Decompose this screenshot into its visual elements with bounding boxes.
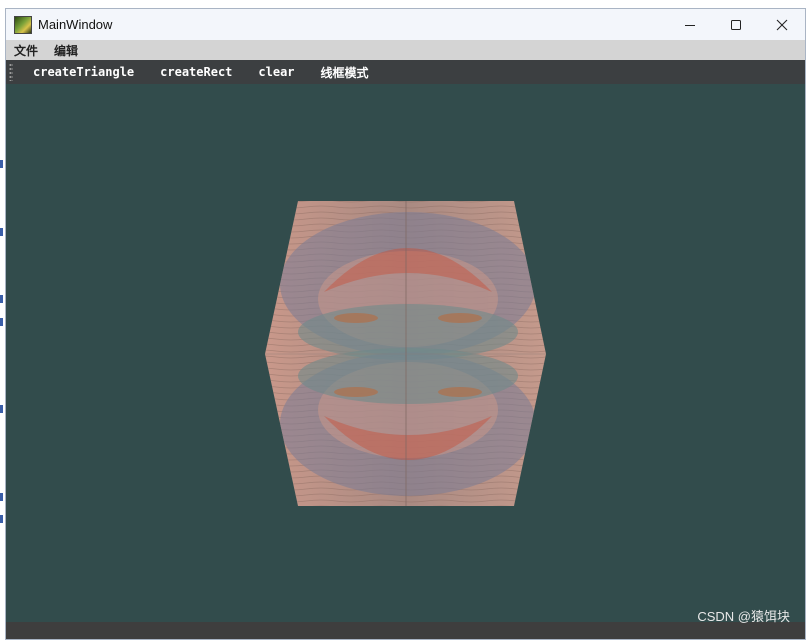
watermark-text: CSDN @猿饵块 xyxy=(697,609,790,624)
cube-shape xyxy=(265,201,546,506)
opengl-viewport[interactable] xyxy=(6,84,805,622)
clear-button[interactable]: clear xyxy=(245,65,307,79)
app-icon xyxy=(14,15,32,34)
create-triangle-button[interactable]: createTriangle xyxy=(21,65,147,79)
maximize-button[interactable] xyxy=(713,9,759,40)
window-controls xyxy=(667,9,805,40)
close-button[interactable] xyxy=(759,9,805,40)
background-editor-top xyxy=(0,0,806,8)
minimize-button[interactable] xyxy=(667,9,713,40)
maximize-icon xyxy=(731,19,741,30)
toolbar-grip-handle[interactable] xyxy=(9,63,13,81)
close-icon xyxy=(776,19,788,30)
wireframe-mode-button[interactable]: 线框模式 xyxy=(308,64,382,81)
menu-bar: 文件 编辑 xyxy=(6,40,805,60)
menu-file[interactable]: 文件 xyxy=(6,42,46,59)
window-title: MainWindow xyxy=(38,17,113,32)
toolbar: createTriangle createRect clear 线框模式 xyxy=(6,60,805,84)
minimize-icon xyxy=(685,24,695,26)
main-window: MainWindow 文件 编辑 createTriangle createRe… xyxy=(5,8,806,640)
status-bar xyxy=(6,622,805,639)
title-bar[interactable]: MainWindow xyxy=(6,9,805,40)
textured-cube-render xyxy=(265,201,546,506)
create-rect-button[interactable]: createRect xyxy=(147,65,245,79)
menu-edit[interactable]: 编辑 xyxy=(46,42,86,59)
